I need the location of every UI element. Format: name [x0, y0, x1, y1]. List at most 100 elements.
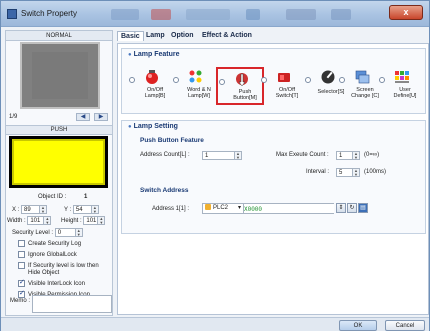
- security-level-input[interactable]: 0 ▲ ▼: [54, 228, 83, 237]
- x-input[interactable]: 89 ▲ ▼: [21, 205, 48, 214]
- object-id-value: 1: [84, 194, 88, 200]
- lamp-type-onoff-switch[interactable]: On/Off Switch[T]: [260, 67, 308, 105]
- push-button-hand-icon: [236, 73, 248, 87]
- lamp-type-onoff-lamp[interactable]: On/Off Lamp[B]: [128, 67, 176, 105]
- max-execute-count-label: Max Exeute Count :: [276, 152, 329, 158]
- address-browse-button[interactable]: ↻: [347, 203, 357, 213]
- tab-bar: Basic Lamp Option Effect & Action: [117, 31, 429, 43]
- lamp-type-label: User Define[U]: [393, 87, 417, 99]
- checkbox-box[interactable]: [18, 240, 25, 247]
- checkbox-label: Create Security Log: [28, 241, 82, 248]
- app-icon: [7, 9, 17, 19]
- prev-page-button[interactable]: ◀: [76, 113, 90, 121]
- lamp-type-label: Word & N Lamp[W]: [187, 87, 211, 99]
- tab-content: ● Lamp Feature On/Off Lamp[B] Word & N Lamp…: [117, 43, 429, 315]
- create-security-log-checkbox[interactable]: Create Security Log: [18, 240, 81, 247]
- push-button-feature-heading: Push Button Feature: [140, 137, 204, 144]
- checkbox-box[interactable]: [18, 278, 25, 287]
- tab-lamp[interactable]: Lamp: [143, 31, 168, 40]
- hide-object-if-low-security-checkbox[interactable]: If Security level is low then: [18, 262, 99, 269]
- memo-label: Memo :: [10, 298, 31, 304]
- checkbox-label: Ignore GlobalLock: [28, 252, 77, 259]
- security-level-row: Security Level : 0 ▲ ▼: [12, 228, 83, 237]
- push-state-label: PUSH: [6, 125, 112, 135]
- radio-button[interactable]: [129, 77, 135, 83]
- checkbox-label: Visible InterLock Icon: [28, 281, 85, 288]
- window-title: Switch Property: [21, 9, 78, 18]
- screen-change-icon: [355, 70, 370, 84]
- width-input[interactable]: 101 ▲ ▼: [27, 216, 52, 225]
- device-address-field[interactable]: X0000: [244, 203, 334, 214]
- y-input[interactable]: 54 ▲ ▼: [72, 205, 99, 214]
- height-row: Height : 101 ▲ ▼: [61, 216, 106, 225]
- interval-hint: (100ms): [364, 169, 387, 175]
- onoff-lamp-icon: [146, 70, 158, 84]
- lamp-setting-section: ● Lamp Setting Push Button Feature Addres…: [121, 120, 426, 234]
- blurred-taskbar-icon: [286, 9, 316, 20]
- checkbox-label: If Security level is low then: [28, 263, 99, 270]
- x-row: X : 89 ▲ ▼: [12, 205, 48, 214]
- lamp-type-push-button[interactable]: Push Button[M]: [216, 67, 264, 105]
- lamp-type-label: On/Off Lamp[B]: [144, 87, 166, 99]
- onoff-switch-icon: [278, 73, 290, 82]
- visible-interlock-icon-checkbox[interactable]: Visible InterLock Icon: [18, 278, 85, 288]
- radio-button[interactable]: [261, 77, 267, 83]
- checkbox-box[interactable]: [18, 289, 25, 298]
- lamp-type-label: Push Button[M]: [233, 89, 257, 101]
- height-input[interactable]: 101 ▲ ▼: [83, 216, 106, 225]
- cancel-button[interactable]: Cancel: [385, 320, 425, 331]
- ignore-globallock-checkbox[interactable]: Ignore GlobalLock: [18, 251, 77, 258]
- radio-button[interactable]: [379, 77, 385, 83]
- security-level-label: Security Level :: [12, 230, 54, 237]
- memo-input[interactable]: [32, 295, 112, 313]
- chevron-down-icon: ▾: [237, 205, 241, 211]
- blurred-taskbar-icon: [186, 9, 230, 20]
- normal-state-label: NORMAL: [6, 31, 112, 41]
- y-row: Y : 54 ▲ ▼: [64, 205, 99, 214]
- radio-button[interactable]: [219, 79, 225, 85]
- address-editor-button[interactable]: ▤: [358, 203, 368, 213]
- title-bar[interactable]: Switch Property x: [1, 1, 429, 27]
- dialog-button-bar: OK Cancel: [1, 317, 429, 331]
- y-label: Y :: [64, 207, 72, 214]
- tab-option[interactable]: Option: [168, 31, 197, 40]
- radio-button[interactable]: [173, 77, 179, 83]
- plc-icon: [205, 204, 211, 211]
- address-count-input[interactable]: 1 ▲ ▼: [202, 151, 242, 160]
- blurred-taskbar-icon: [151, 9, 171, 20]
- next-page-button[interactable]: ▶: [94, 113, 108, 121]
- tab-basic[interactable]: Basic: [117, 31, 144, 41]
- tab-effect-action[interactable]: Effect & Action: [199, 31, 255, 40]
- switch-address-heading: Switch Address: [140, 187, 189, 194]
- x-label: X :: [12, 207, 20, 214]
- radio-button[interactable]: [339, 77, 345, 83]
- lamp-type-word-n-lamp[interactable]: Word & N Lamp[W]: [172, 67, 220, 105]
- address-count-label: Address Count[L] :: [140, 152, 190, 158]
- plc-select[interactable]: PLC2 ▾: [202, 203, 244, 214]
- address-spin-button[interactable]: ⇕: [336, 203, 346, 213]
- push-state-preview: [9, 136, 108, 188]
- lamp-setting-title: ● Lamp Setting: [128, 123, 178, 130]
- interval-input[interactable]: 5 ▲ ▼: [336, 168, 360, 177]
- normal-state-preview: [20, 42, 100, 109]
- user-define-grid-icon: [395, 71, 409, 83]
- max-execute-count-input[interactable]: 1 ▲ ▼: [336, 151, 360, 160]
- preview-pager: 1/9 ◀ ▶: [8, 113, 110, 123]
- switch-property-dialog: Switch Property x NORMAL 1/9 ◀ ▶ PUSH Ob…: [0, 0, 430, 331]
- address-1-label: Address 1[1] :: [152, 206, 190, 212]
- word-lamp-icon: [189, 70, 202, 83]
- lamp-type-label: On/Off Switch[T]: [275, 87, 299, 99]
- radio-button[interactable]: [305, 77, 311, 83]
- lamp-type-user-define[interactable]: User Define[U]: [378, 67, 426, 105]
- object-preview-panel: NORMAL 1/9 ◀ ▶ PUSH Object ID : 1 X : 89…: [5, 30, 113, 316]
- ok-button[interactable]: OK: [339, 320, 377, 331]
- max-execute-count-hint: (0=∞): [364, 152, 380, 158]
- selector-knob-icon: [321, 70, 335, 84]
- close-button[interactable]: x: [389, 5, 423, 20]
- blurred-taskbar-icon: [331, 9, 351, 20]
- interval-label: Interval :: [306, 169, 330, 175]
- lamp-feature-section: ● Lamp Feature On/Off Lamp[B] Word & N Lamp…: [121, 48, 426, 114]
- blurred-taskbar-icon: [111, 9, 139, 20]
- checkbox-box[interactable]: [18, 251, 25, 258]
- checkbox-box[interactable]: [18, 262, 25, 269]
